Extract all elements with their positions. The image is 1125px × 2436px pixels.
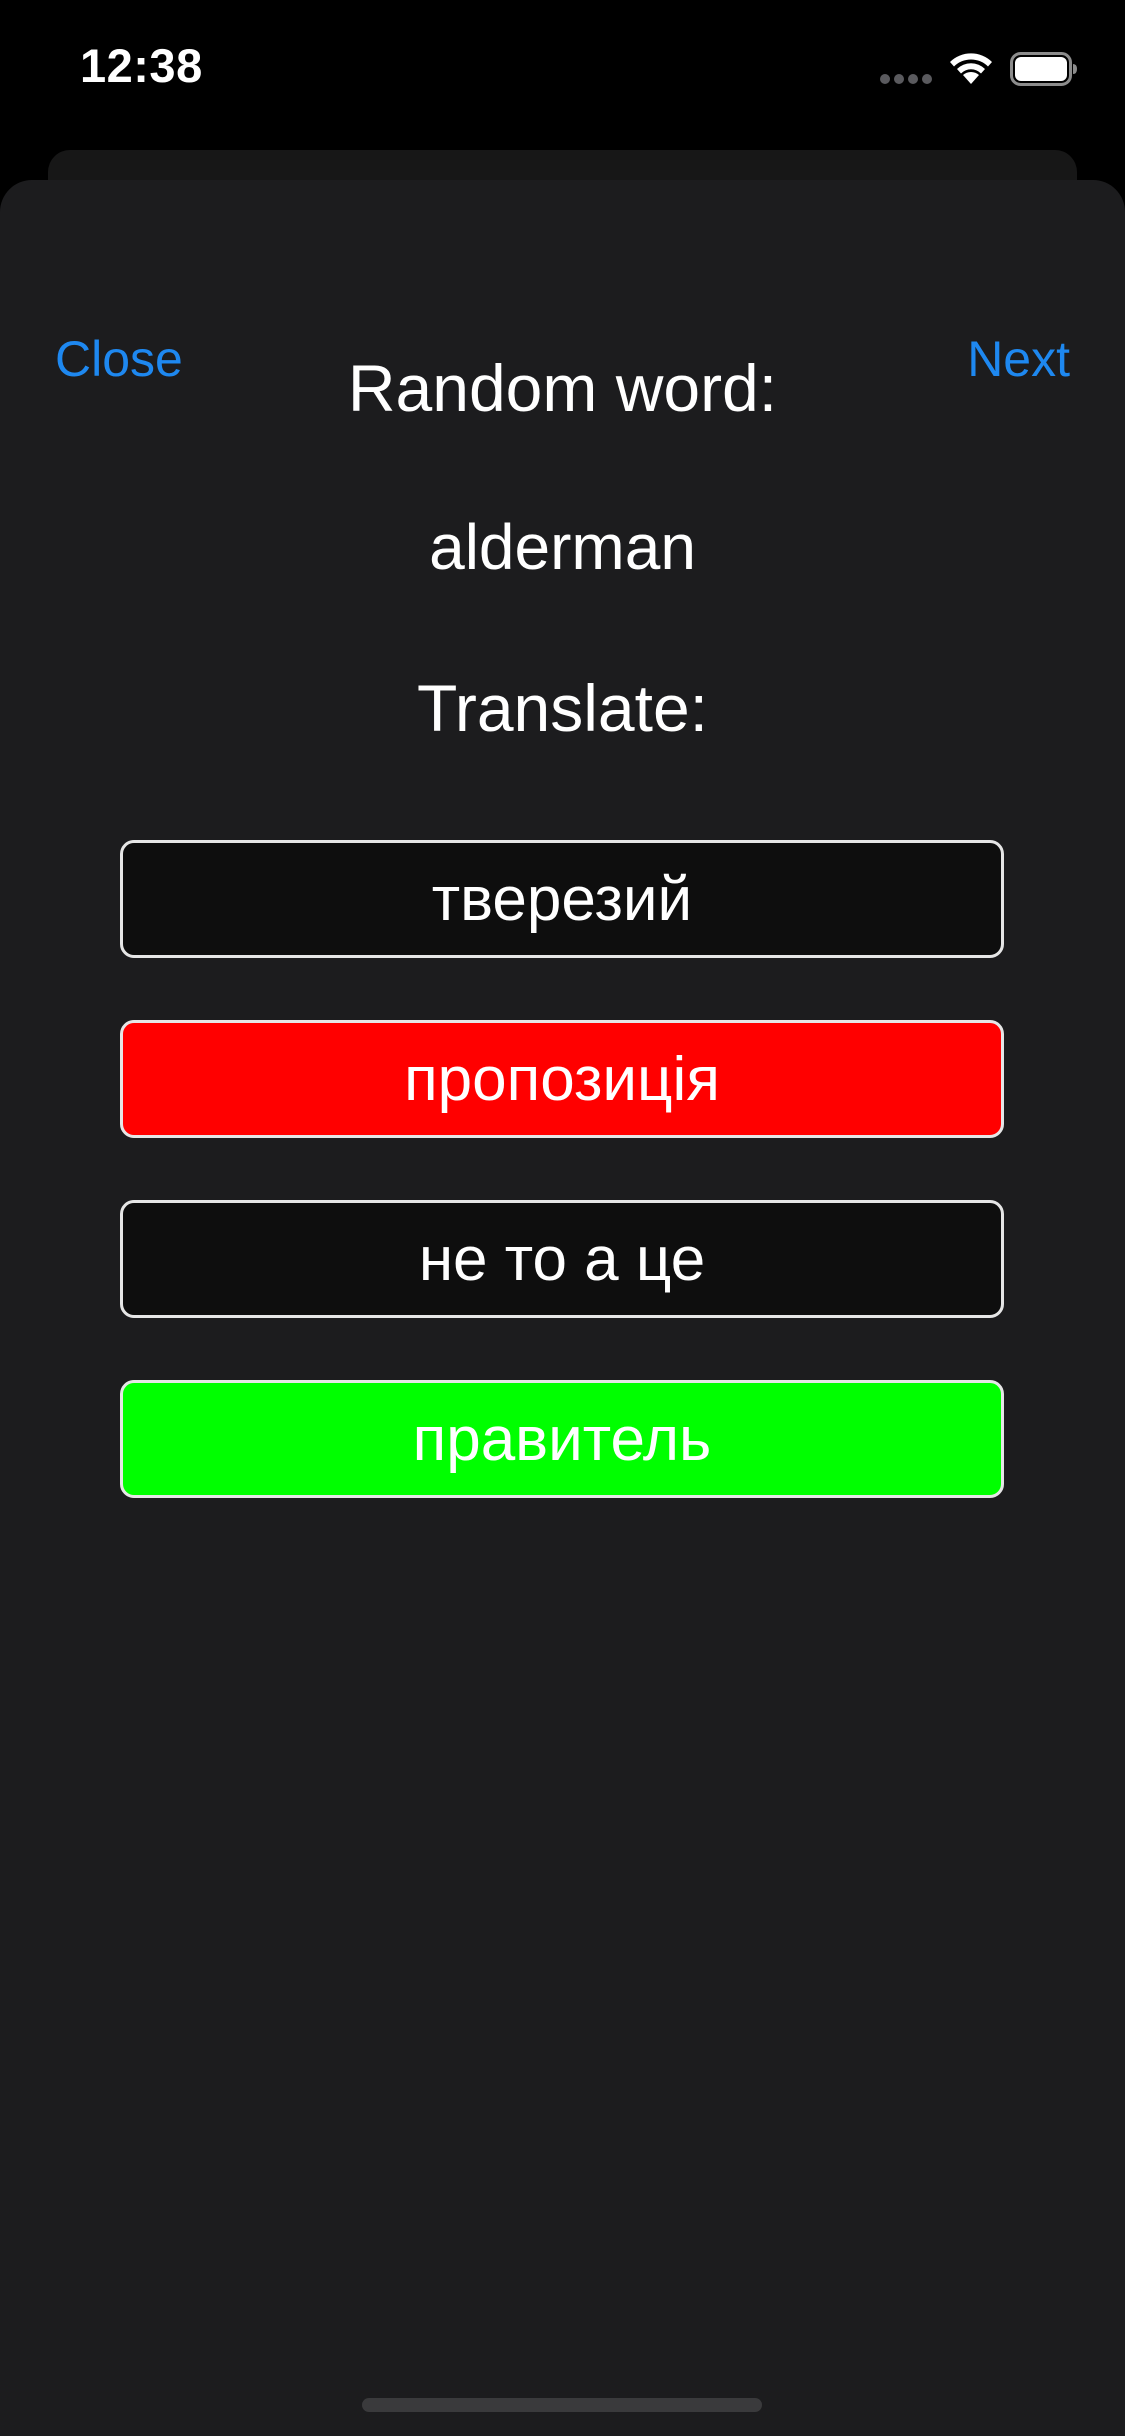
home-indicator[interactable] xyxy=(362,2398,762,2412)
screen: 12:38 Close Next Random word: alderman T… xyxy=(0,0,1125,2436)
random-word-heading: Random word: xyxy=(347,351,778,425)
cellular-signal-icon xyxy=(880,74,934,86)
random-word: alderman xyxy=(429,511,696,583)
answer-option-2[interactable]: пропозиція xyxy=(120,1020,1004,1138)
answer-option-4[interactable]: правитель xyxy=(120,1380,1004,1498)
wifi-icon xyxy=(950,53,992,84)
status-bar: 12:38 xyxy=(0,0,1125,140)
answer-option-1[interactable]: тверезий xyxy=(120,840,1004,958)
translate-heading: Translate: xyxy=(416,671,708,745)
status-time: 12:38 xyxy=(80,39,203,92)
battery-icon xyxy=(1010,52,1077,86)
answer-option-3[interactable]: не то а це xyxy=(120,1200,1004,1318)
